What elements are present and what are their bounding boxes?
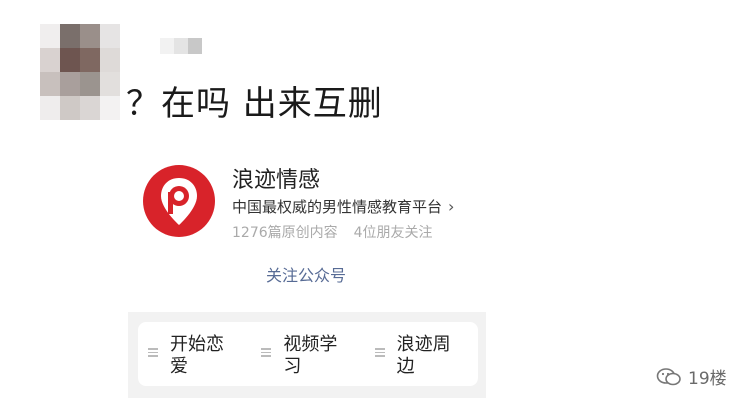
menu-item-video-learning[interactable]: 视频学习 (251, 322, 364, 386)
avatar-pixel (60, 72, 80, 96)
avatar-pixel (100, 48, 120, 72)
menu-item-label: 开始恋爱 (170, 334, 224, 377)
menu-item-label: 浪迹周边 (396, 334, 451, 377)
menu-container: 开始恋爱 视频学习 浪迹周边 (138, 322, 478, 386)
official-account-logo[interactable] (143, 165, 215, 237)
menu-item-label: 视频学习 (283, 334, 338, 377)
menu-item-start-love[interactable]: 开始恋爱 (138, 322, 251, 386)
avatar-pixel (100, 96, 120, 120)
avatar-pixel (40, 72, 60, 96)
avatar-pixel (60, 96, 80, 120)
menu-lines-icon (374, 348, 385, 357)
description-text: 中国最权威的男性情感教育平台 (232, 198, 443, 216)
chevron-right-icon: › (448, 197, 455, 216)
avatar-pixel (40, 96, 60, 120)
wechat-channel-icon (656, 367, 681, 385)
official-account-stats: 1276篇原创内容 4位朋友关注 (232, 222, 433, 242)
avatar-pixel (40, 48, 60, 72)
avatar-pixel (60, 48, 80, 72)
avatar-pixel (40, 24, 60, 48)
menu-lines-icon (261, 348, 272, 357)
official-account-name[interactable]: 浪迹情感 (232, 162, 320, 194)
original-count: 1276篇原创内容 (232, 225, 338, 241)
account-menu-bar: 开始恋爱 视频学习 浪迹周边 (128, 312, 486, 398)
menu-item-merchandise[interactable]: 浪迹周边 (365, 322, 478, 386)
chat-message: ？在吗 出来互删 (126, 84, 383, 124)
avatar-pixel (80, 96, 100, 120)
avatar-pixel (100, 72, 120, 96)
avatar-pixel (100, 24, 120, 48)
name-blur-pixel (160, 38, 174, 54)
watermark: 19楼 (656, 364, 727, 389)
name-blur-pixel (174, 38, 188, 54)
friends-following: 4位朋友关注 (353, 225, 433, 241)
menu-lines-icon (148, 348, 158, 357)
location-pin-p-icon (161, 178, 197, 225)
avatar-pixel (80, 24, 100, 48)
avatar[interactable] (40, 24, 120, 120)
official-account-description[interactable]: 中国最权威的男性情感教育平台 › (232, 196, 454, 217)
avatar-pixel (80, 48, 100, 72)
follow-account-button[interactable]: 关注公众号 (266, 262, 346, 286)
avatar-pixel (80, 72, 100, 96)
avatar-pixel (60, 24, 80, 48)
sender-name-blurred (160, 38, 202, 54)
name-blur-pixel (188, 38, 202, 54)
watermark-label: 19楼 (688, 369, 727, 389)
